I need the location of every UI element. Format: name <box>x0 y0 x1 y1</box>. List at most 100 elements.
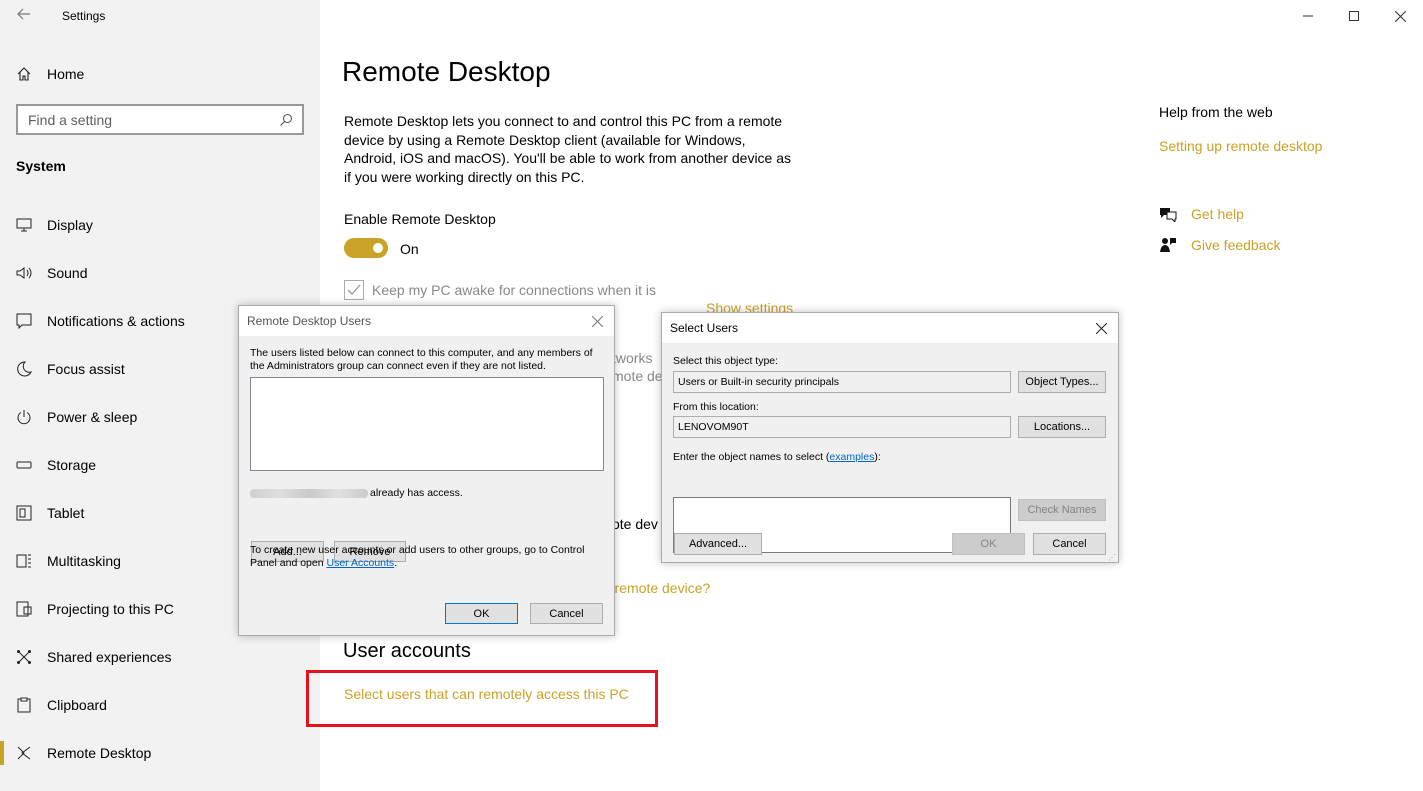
power-icon <box>16 409 32 425</box>
give-feedback-label: Give feedback <box>1191 237 1281 253</box>
resize-grip-icon[interactable]: ⋰ <box>1108 553 1116 562</box>
object-type-field: Users or Built-in security principals <box>673 371 1011 393</box>
access-status-row: already has access. <box>250 487 463 499</box>
moon-icon <box>16 361 32 377</box>
close-icon[interactable] <box>1377 0 1423 32</box>
keep-awake-label: Keep my PC awake for connections when it… <box>372 282 657 298</box>
setting-up-remote-desktop-link[interactable]: Setting up remote desktop <box>1159 138 1322 154</box>
location-label: From this location: <box>673 401 759 413</box>
dialog-titlebar: Remote Desktop Users <box>239 306 614 336</box>
partial-text-remote-de: mote de <box>612 368 663 384</box>
storage-icon <box>16 457 32 473</box>
dialog-body: The users listed below can connect to th… <box>239 336 614 636</box>
get-help-icon <box>1159 205 1177 223</box>
object-type-label: Select this object type: <box>673 355 779 367</box>
check-names-button[interactable]: Check Names <box>1018 499 1106 521</box>
back-arrow-icon[interactable] <box>16 6 36 26</box>
note-prefix: To create new user accounts or add users… <box>250 544 585 569</box>
keep-awake-checkbox-row[interactable]: Keep my PC awake for connections when it… <box>344 280 656 300</box>
sidebar-item-label: Focus assist <box>47 361 125 377</box>
users-listbox[interactable] <box>250 377 604 471</box>
sidebar-item-label: Multitasking <box>47 553 121 569</box>
projecting-icon <box>16 601 32 617</box>
display-icon <box>16 217 32 233</box>
sidebar-item-display[interactable]: Display <box>0 201 320 249</box>
dialog-title: Select Users <box>670 321 739 335</box>
get-help-link[interactable]: Get help <box>1159 205 1244 223</box>
sidebar-item-label: Power & sleep <box>47 409 138 425</box>
object-types-button[interactable]: Object Types... <box>1018 371 1106 393</box>
clipboard-icon <box>16 697 32 713</box>
sidebar-item-label: Remote Desktop <box>47 745 152 761</box>
home-icon <box>17 67 31 81</box>
location-field: LENOVOM90T <box>673 416 1011 438</box>
locations-button[interactable]: Locations... <box>1018 416 1106 438</box>
sidebar-item-sound[interactable]: Sound <box>0 249 320 297</box>
nav-section-title: System <box>16 158 66 174</box>
search-box[interactable] <box>16 104 304 135</box>
highlight-box <box>306 670 658 727</box>
search-input[interactable] <box>28 111 276 128</box>
sidebar-item-clipboard[interactable]: Clipboard <box>0 681 320 729</box>
sidebar-item-label: Projecting to this PC <box>47 601 174 617</box>
remote-desktop-icon <box>16 745 32 761</box>
help-from-web-title: Help from the web <box>1159 104 1273 120</box>
ok-button[interactable]: OK <box>445 603 518 624</box>
select-users-dialog: Select Users Select this object type: Us… <box>661 312 1119 563</box>
user-accounts-note: To create new user accounts or add users… <box>250 544 600 569</box>
examples-link[interactable]: examples <box>829 451 874 463</box>
enable-remote-desktop-label: Enable Remote Desktop <box>344 211 496 227</box>
sidebar-item-label: Clipboard <box>47 697 107 713</box>
user-accounts-heading: User accounts <box>343 640 471 662</box>
toggle-state-label: On <box>400 241 419 257</box>
sidebar-item-label: Notifications & actions <box>47 313 185 329</box>
partial-text-networks: tworks <box>612 350 653 366</box>
give-feedback-link[interactable]: Give feedback <box>1159 236 1281 254</box>
search-icon[interactable] <box>276 110 296 130</box>
sidebar-item-label: Tablet <box>47 505 85 521</box>
minimize-icon[interactable] <box>1285 0 1331 32</box>
dialog-body: Select this object type: Users or Built-… <box>662 343 1118 563</box>
multitasking-icon <box>16 553 32 569</box>
cancel-button[interactable]: Cancel <box>530 603 603 624</box>
close-icon[interactable] <box>1092 319 1110 337</box>
enable-remote-desktop-toggle[interactable] <box>344 238 388 258</box>
tablet-icon <box>16 505 32 521</box>
object-names-label-suffix: ): <box>874 451 881 463</box>
keep-awake-checkbox[interactable] <box>344 280 364 300</box>
access-status-text: already has access. <box>370 487 463 499</box>
remote-desktop-users-dialog: Remote Desktop Users The users listed be… <box>238 305 615 636</box>
notifications-icon <box>16 313 32 329</box>
app-title: Settings <box>62 9 106 23</box>
close-icon[interactable] <box>588 312 606 330</box>
shared-experiences-icon <box>16 649 32 665</box>
redacted-username <box>250 488 368 498</box>
maximize-icon[interactable] <box>1331 0 1377 32</box>
get-help-label: Get help <box>1191 206 1244 222</box>
sound-icon <box>16 265 32 281</box>
partial-text-remote-dev: ote dev <box>612 516 658 532</box>
sidebar-item-label: Display <box>47 217 93 233</box>
nav-home-label: Home <box>47 66 85 82</box>
sidebar-item-label: Shared experiences <box>47 649 172 665</box>
dialog-title: Remote Desktop Users <box>247 314 372 328</box>
user-accounts-link[interactable]: User Accounts <box>326 557 394 569</box>
sidebar-item-label: Storage <box>47 457 97 473</box>
cancel-button[interactable]: Cancel <box>1033 533 1106 555</box>
nav-home[interactable]: Home <box>16 62 84 86</box>
sidebar-item-label: Sound <box>47 265 88 281</box>
page-title: Remote Desktop <box>342 56 551 87</box>
object-names-label-prefix: Enter the object names to select ( <box>673 451 830 463</box>
advanced-button[interactable]: Advanced... <box>674 533 762 555</box>
give-feedback-icon <box>1159 236 1177 254</box>
dialog-titlebar: Select Users <box>662 313 1118 343</box>
note-suffix: . <box>394 556 398 569</box>
object-names-label: Enter the object names to select (exampl… <box>673 451 881 463</box>
sidebar-item-remote-desktop[interactable]: Remote Desktop <box>0 729 320 777</box>
ok-button[interactable]: OK <box>952 533 1025 555</box>
sidebar-item-shared-experiences[interactable]: Shared experiences <box>0 633 320 681</box>
window-controls <box>1285 0 1423 32</box>
users-intro-text: The users listed below can connect to th… <box>250 347 593 372</box>
partial-link-remote-device[interactable]: r remote device? <box>606 580 710 596</box>
remote-desktop-description: Remote Desktop lets you connect to and c… <box>344 113 792 185</box>
